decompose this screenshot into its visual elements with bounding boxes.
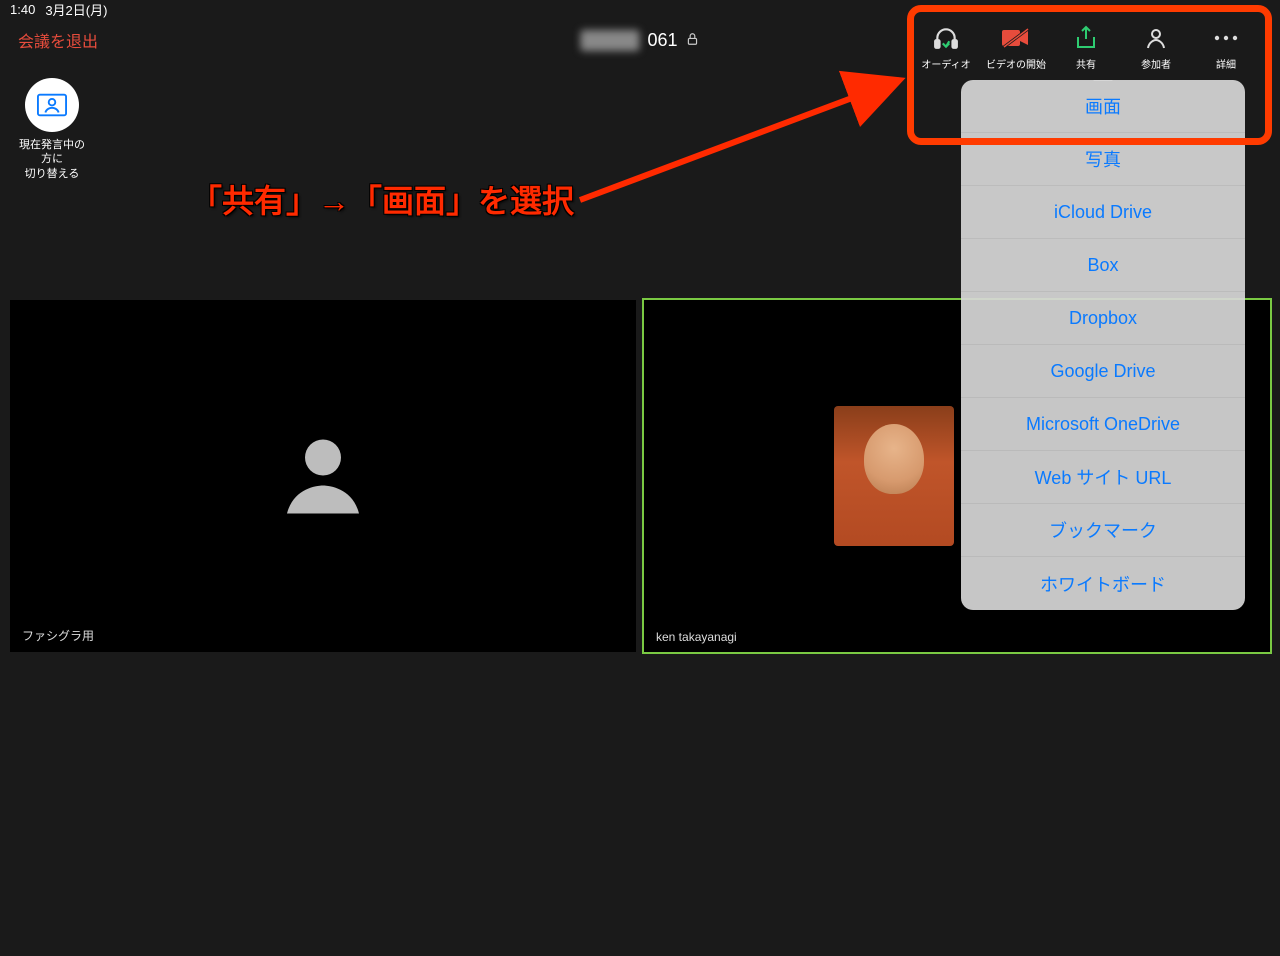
- toolbar-more-button[interactable]: 詳細: [1202, 24, 1250, 71]
- share-option-screen[interactable]: 画面: [961, 80, 1245, 133]
- share-option-onedrive[interactable]: Microsoft OneDrive: [961, 398, 1245, 451]
- share-option-url[interactable]: Web サイト URL: [961, 451, 1245, 504]
- video-tile[interactable]: ファシグラ用: [10, 300, 636, 652]
- participant-name: ken takayanagi: [656, 630, 737, 644]
- toolbar-label: ビデオの開始: [986, 56, 1046, 71]
- title-visible-part: 061: [647, 30, 677, 51]
- person-icon: [1144, 24, 1168, 52]
- more-icon: [1213, 24, 1239, 52]
- video-off-icon: [1002, 24, 1030, 52]
- headphones-icon: [933, 24, 959, 52]
- participant-video-thumb: [834, 406, 954, 546]
- share-popover: 画面 写真 iCloud Drive Box Dropbox Google Dr…: [961, 80, 1245, 610]
- share-icon: [1074, 24, 1098, 52]
- status-date: 3月2日(月): [45, 0, 107, 19]
- status-time: 1:40: [10, 2, 35, 17]
- annotation-text: 「共有」→「画面」を選択: [190, 176, 574, 222]
- switch-to-speaker[interactable]: 現在発言中の 方に 切り替える: [18, 78, 86, 181]
- speaker-switch-label: 現在発言中の 方に 切り替える: [18, 138, 86, 181]
- title-blurred-part: ████: [580, 30, 639, 51]
- toolbar-participants-button[interactable]: 参加者: [1132, 24, 1180, 71]
- participant-name: ファシグラ用: [22, 627, 94, 644]
- meeting-title: ████ 061: [580, 30, 699, 51]
- share-option-box[interactable]: Box: [961, 239, 1245, 292]
- toolbar-share-button[interactable]: 共有: [1062, 24, 1110, 71]
- avatar-placeholder-icon: [275, 426, 371, 527]
- meeting-toolbar: オーディオ ビデオの開始 共有 参加者 詳細: [912, 20, 1260, 75]
- share-option-icloud[interactable]: iCloud Drive: [961, 186, 1245, 239]
- annotation-arrow: [570, 60, 930, 210]
- share-option-dropbox[interactable]: Dropbox: [961, 292, 1245, 345]
- toolbar-label: 共有: [1076, 56, 1096, 71]
- share-option-gdrive[interactable]: Google Drive: [961, 345, 1245, 398]
- lock-icon: [686, 30, 700, 51]
- toolbar-label: オーディオ: [921, 56, 970, 71]
- popover-caret: [1093, 80, 1113, 81]
- leave-meeting-button[interactable]: 会議を退出: [18, 28, 98, 52]
- share-option-whiteboard[interactable]: ホワイトボード: [961, 557, 1245, 610]
- toolbar-label: 詳細: [1216, 56, 1236, 71]
- toolbar-audio-button[interactable]: オーディオ: [922, 24, 970, 71]
- toolbar-label: 参加者: [1141, 56, 1171, 71]
- speaker-view-icon: [25, 78, 79, 132]
- share-option-photos[interactable]: 写真: [961, 133, 1245, 186]
- toolbar-video-button[interactable]: ビデオの開始: [992, 24, 1040, 71]
- status-bar: 1:40 3月2日(月): [0, 0, 1280, 18]
- share-option-bookmark[interactable]: ブックマーク: [961, 504, 1245, 557]
